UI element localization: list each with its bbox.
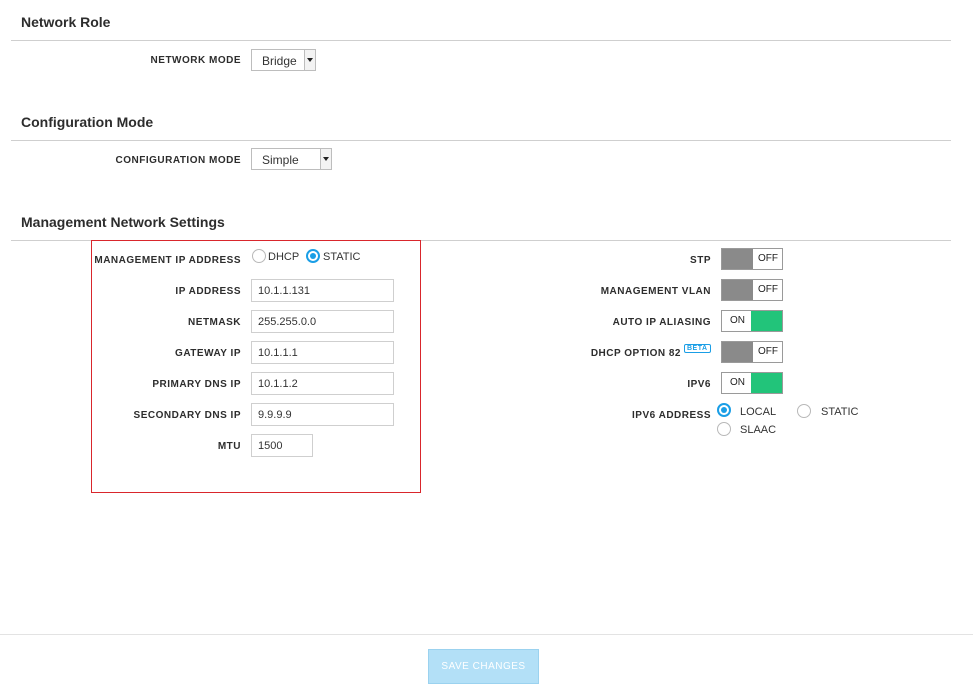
- stp-toggle-state: OFF: [758, 253, 778, 264]
- toggle-knob: [751, 311, 782, 331]
- static-radio-label: STATIC: [323, 251, 361, 263]
- secondary-dns-input[interactable]: [251, 403, 394, 426]
- primary-dns-input[interactable]: [251, 372, 394, 395]
- secondary-dns-label: SECONDARY DNS IP: [133, 410, 241, 421]
- ipv6-local-label: LOCAL: [740, 406, 777, 418]
- section-divider: [11, 140, 951, 141]
- configuration-mode-title: Configuration Mode: [21, 114, 154, 130]
- toggle-knob: [722, 249, 753, 269]
- footer-divider: [0, 634, 973, 635]
- ipv6-label: IPV6: [687, 379, 711, 390]
- ipv6-static-radio[interactable]: [797, 404, 811, 418]
- gateway-ip-label: GATEWAY IP: [175, 348, 241, 359]
- netmask-input[interactable]: [251, 310, 394, 333]
- network-role-title: Network Role: [21, 14, 111, 30]
- ip-address-input[interactable]: [251, 279, 394, 302]
- ipv6-static-label: STATIC: [821, 406, 859, 418]
- chevron-down-icon: [320, 149, 331, 169]
- configuration-mode-value: Simple: [262, 153, 299, 167]
- toggle-knob: [722, 342, 753, 362]
- ipv6-toggle[interactable]: ON: [721, 372, 783, 394]
- section-divider: [11, 40, 951, 41]
- mtu-label: MTU: [217, 441, 241, 452]
- mtu-input[interactable]: [251, 434, 313, 457]
- auto-ip-aliasing-toggle[interactable]: ON: [721, 310, 783, 332]
- ipv6-local-radio[interactable]: [717, 403, 731, 417]
- dhcp-option-82-toggle-state: OFF: [758, 346, 778, 357]
- dhcp-option-82-label: DHCP OPTION 82: [590, 348, 681, 359]
- auto-ip-aliasing-toggle-state: ON: [730, 315, 745, 326]
- static-radio[interactable]: [306, 249, 320, 263]
- management-settings-title: Management Network Settings: [21, 214, 225, 230]
- management-vlan-label: MANAGEMENT VLAN: [600, 286, 711, 297]
- ip-address-label: IP ADDRESS: [175, 286, 241, 297]
- save-changes-button[interactable]: SAVE CHANGES: [428, 649, 539, 684]
- dhcp-radio[interactable]: [252, 249, 266, 263]
- ipv6-toggle-state: ON: [730, 377, 745, 388]
- management-vlan-toggle-state: OFF: [758, 284, 778, 295]
- auto-ip-aliasing-label: AUTO IP ALIASING: [612, 317, 711, 328]
- configuration-mode-select[interactable]: Simple: [251, 148, 332, 170]
- toggle-knob: [722, 280, 753, 300]
- network-mode-select[interactable]: Bridge: [251, 49, 316, 71]
- dhcp-radio-label: DHCP: [268, 251, 300, 263]
- network-mode-label: NETWORK MODE: [150, 55, 241, 66]
- primary-dns-label: PRIMARY DNS IP: [152, 379, 241, 390]
- management-vlan-toggle[interactable]: OFF: [721, 279, 783, 301]
- dhcp-option-82-toggle[interactable]: OFF: [721, 341, 783, 363]
- stp-toggle[interactable]: OFF: [721, 248, 783, 270]
- chevron-down-icon: [304, 50, 315, 70]
- toggle-knob: [751, 373, 782, 393]
- beta-badge: BETA: [684, 344, 711, 353]
- configuration-mode-label: CONFIGURATION MODE: [115, 155, 241, 166]
- stp-label: STP: [690, 255, 711, 266]
- ipv6-slaac-label: SLAAC: [740, 424, 777, 436]
- netmask-label: NETMASK: [188, 317, 241, 328]
- management-ip-address-label: MANAGEMENT IP ADDRESS: [94, 255, 241, 266]
- network-mode-value: Bridge: [262, 54, 297, 68]
- ipv6-slaac-radio[interactable]: [717, 422, 731, 436]
- gateway-ip-input[interactable]: [251, 341, 394, 364]
- ipv6-address-label: IPV6 ADDRESS: [632, 410, 711, 421]
